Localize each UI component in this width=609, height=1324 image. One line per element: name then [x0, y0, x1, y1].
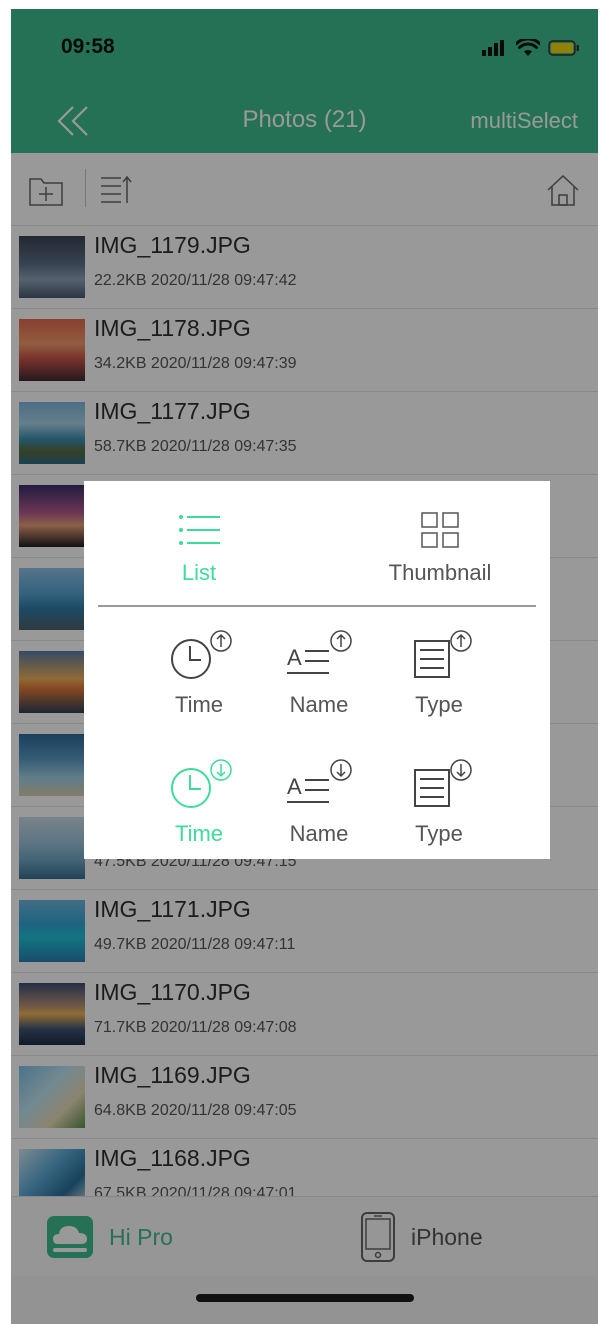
view-list-label: List	[181, 560, 217, 585]
sort-name-descending-label: Name	[289, 821, 349, 846]
sort-name-ascending[interactable]: A Name	[274, 629, 364, 718]
alphabet-arrow-down-icon: A	[287, 759, 352, 803]
thumbnail-grid-icon	[421, 512, 459, 548]
svg-text:A: A	[287, 774, 302, 799]
view-list-option[interactable]: List	[144, 511, 254, 586]
alphabet-arrow-up-icon: A	[287, 630, 352, 674]
clock-arrow-up-icon	[171, 630, 232, 679]
popup-divider	[98, 605, 536, 607]
sort-time-ascending[interactable]: Time	[154, 629, 244, 718]
sort-time-ascending-label: Time	[174, 692, 224, 717]
view-sort-popup: List Thumbnail Time A Name Type Time A N…	[84, 481, 550, 859]
sort-type-ascending[interactable]: Type	[394, 629, 484, 718]
sort-type-descending[interactable]: Type	[394, 758, 484, 847]
document-arrow-up-icon	[414, 630, 472, 678]
document-arrow-down-icon	[414, 759, 472, 807]
view-thumbnail-label: Thumbnail	[388, 560, 492, 585]
clock-arrow-down-icon	[171, 759, 232, 808]
svg-text:A: A	[287, 645, 302, 670]
sort-time-descending[interactable]: Time	[154, 758, 244, 847]
sort-type-ascending-label: Type	[415, 692, 463, 717]
list-view-icon	[179, 515, 220, 545]
phone-screen: 09:58 Photos (21) multiSelect IMG_1179.J…	[11, 9, 598, 1324]
sort-time-descending-label: Time	[174, 821, 224, 846]
sort-name-ascending-label: Name	[289, 692, 349, 717]
home-indicator[interactable]	[196, 1294, 414, 1302]
sort-type-descending-label: Type	[415, 821, 463, 846]
view-thumbnail-option[interactable]: Thumbnail	[370, 511, 510, 586]
sort-name-descending[interactable]: A Name	[274, 758, 364, 847]
